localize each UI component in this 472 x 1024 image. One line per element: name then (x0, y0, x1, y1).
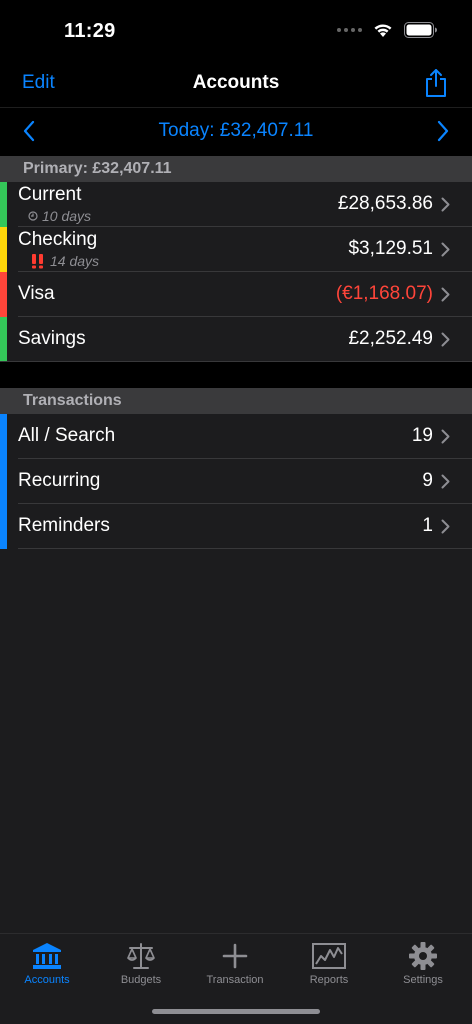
double-exclamation-icon (32, 254, 43, 269)
tab-label: Reports (309, 974, 349, 986)
chevron-right-icon (441, 474, 450, 489)
scales-icon (127, 943, 155, 969)
share-button[interactable] (424, 68, 448, 103)
transactions-row-reminders[interactable]: Reminders 1 (0, 504, 472, 549)
row-color-bar (0, 504, 7, 549)
tab-label: Transaction (206, 974, 264, 986)
chevron-right-icon (441, 429, 450, 444)
transactions-section-header: Transactions (0, 388, 472, 414)
next-date-button[interactable] (436, 120, 450, 147)
account-row-current[interactable]: Current 10 days £28,653.86 (0, 182, 472, 227)
accounts-content: Primary: £32,407.11 Current 10 days £28,… (0, 156, 472, 933)
bank-icon (33, 943, 61, 969)
account-balance: $3,129.51 (348, 238, 433, 259)
battery-icon (404, 22, 437, 38)
row-count: 9 (422, 470, 433, 491)
transactions-row-all-search[interactable]: All / Search 19 (0, 414, 472, 459)
account-name: Visa (18, 283, 55, 304)
tab-accounts[interactable]: Accounts (0, 940, 94, 986)
account-row-checking[interactable]: Checking 14 days $3,129.51 (0, 227, 472, 272)
account-name: Savings (18, 328, 86, 349)
share-icon (426, 69, 446, 97)
tab-budgets[interactable]: Budgets (94, 940, 188, 986)
account-subtitle-text: 10 days (42, 208, 92, 224)
home-indicator[interactable] (152, 1009, 320, 1014)
row-count: 1 (422, 515, 433, 536)
row-color-bar (0, 414, 7, 459)
account-name: Current (18, 184, 82, 205)
transactions-row-recurring[interactable]: Recurring 9 (0, 459, 472, 504)
tab-reports[interactable]: Reports (282, 940, 376, 986)
account-subtitle-text: 14 days (50, 253, 100, 269)
chevron-right-icon (441, 519, 450, 534)
row-color-bar (0, 459, 7, 504)
wifi-icon (374, 24, 392, 37)
status-icons (337, 22, 438, 38)
clock-icon (28, 211, 38, 221)
gear-icon (409, 942, 437, 970)
account-color-bar (0, 317, 7, 362)
chevron-right-icon (437, 120, 449, 142)
row-label: Reminders (18, 515, 110, 536)
tab-settings[interactable]: Settings (376, 940, 470, 986)
chevron-right-icon (441, 197, 450, 212)
account-subtitle: 10 days (28, 208, 91, 224)
chevron-right-icon (441, 332, 450, 347)
account-balance: (€1,168.07) (335, 283, 433, 304)
account-subtitle: 14 days (30, 253, 99, 269)
account-color-bar (0, 182, 7, 227)
row-label: Recurring (18, 470, 101, 491)
account-color-bar (0, 272, 7, 317)
date-selector: Today: £32,407.11 (0, 108, 472, 156)
tab-label: Accounts (24, 974, 70, 986)
navigation-bar: Edit Accounts (0, 62, 472, 108)
page-title: Accounts (192, 72, 280, 93)
account-balance: £2,252.49 (348, 328, 433, 349)
row-count: 19 (411, 425, 433, 446)
section-spacer (0, 362, 472, 388)
plus-icon (222, 943, 248, 969)
status-time: 11:29 (64, 20, 116, 42)
cellular-signal-icon (337, 28, 362, 32)
chevron-right-icon (441, 242, 450, 257)
chevron-right-icon (441, 287, 450, 302)
account-color-bar (0, 227, 7, 272)
primary-section-header: Primary: £32,407.11 (0, 156, 472, 182)
account-name: Checking (18, 229, 98, 250)
account-balance: £28,653.86 (337, 193, 433, 214)
tab-label: Settings (403, 974, 443, 986)
tab-label: Budgets (120, 974, 162, 986)
chart-icon (312, 943, 346, 969)
status-bar: 11:29 (0, 0, 472, 62)
date-total-label[interactable]: Today: £32,407.11 (0, 120, 472, 142)
account-row-visa[interactable]: Visa (€1,168.07) (0, 272, 472, 317)
account-row-savings[interactable]: Savings £2,252.49 (0, 317, 472, 362)
row-label: All / Search (18, 425, 116, 446)
tab-transaction[interactable]: Transaction (188, 940, 282, 986)
